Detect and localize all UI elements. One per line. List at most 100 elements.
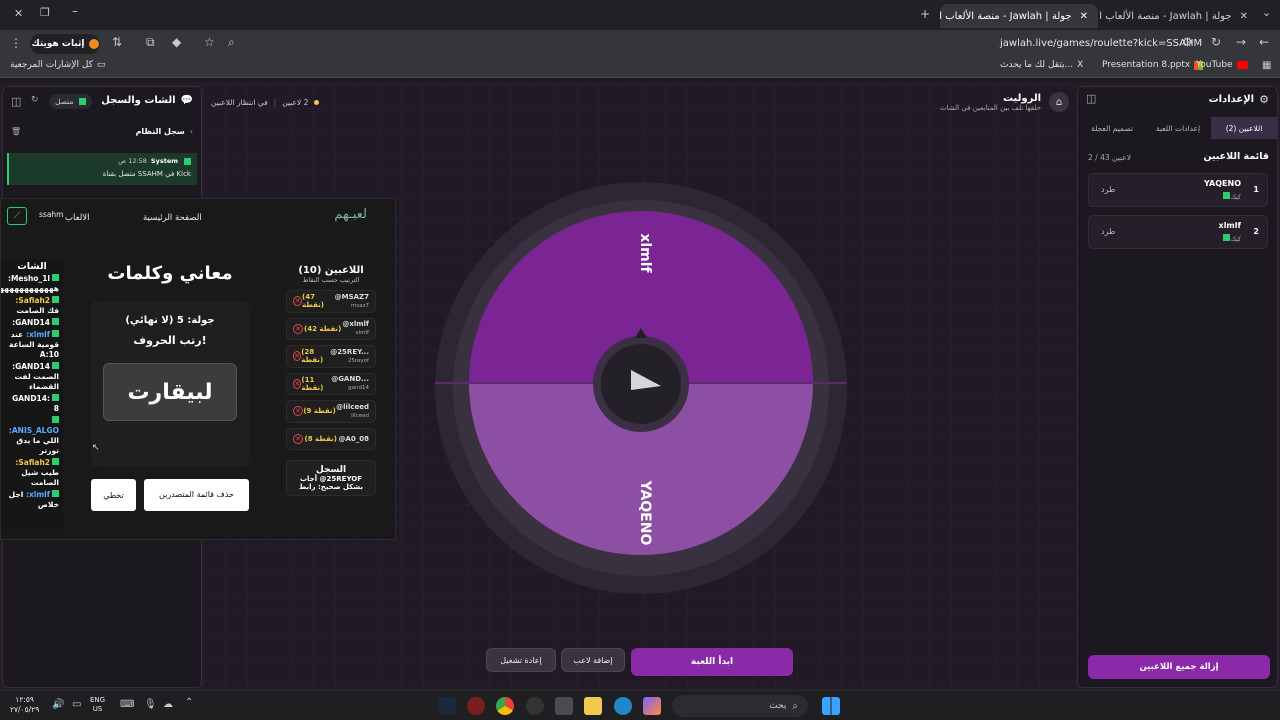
network-icon[interactable]: ▭: [72, 699, 81, 710]
collapse-panel-icon[interactable]: ◫: [1086, 92, 1096, 105]
nav-games-link[interactable]: الالعاب: [65, 213, 90, 223]
player-source: كيك: [1221, 192, 1241, 201]
settings-title: الإعدادات: [1208, 94, 1255, 105]
all-bookmarks[interactable]: كل الإشارات المرجعية ▭: [10, 60, 105, 70]
profile-button[interactable]: إثبات هويتك: [30, 34, 100, 54]
chrome-icon[interactable]: [496, 697, 514, 715]
skip-button[interactable]: تخطي: [91, 479, 136, 511]
extension-icon[interactable]: ⇅: [112, 35, 122, 49]
user-name[interactable]: ssahm: [39, 210, 63, 219]
player-points: (11 نقطة): [301, 375, 324, 392]
clock[interactable]: ١٢:٥٩ ٢٧/٠٥/٢٩: [10, 695, 39, 715]
chat-user: Safiah2:: [15, 296, 50, 305]
apps-grid-icon[interactable]: ▦: [1262, 60, 1271, 71]
site-settings-icon[interactable]: ⚙: [1182, 35, 1193, 49]
tab-search-icon[interactable]: ⌄: [1262, 6, 1271, 19]
clear-leaderboard-button[interactable]: حذف قائمة المتصدرين: [144, 479, 249, 511]
store-icon[interactable]: [555, 697, 573, 715]
star-icon[interactable]: ☆: [204, 35, 215, 49]
nav-home-link[interactable]: الصفحة الرئيسية: [143, 213, 202, 223]
home-icon[interactable]: ⌂: [1049, 92, 1069, 112]
chat-text: الصمت لفت القضماء: [14, 372, 59, 391]
bookmark-item[interactable]: يتقل لك ما يحدث... X: [1000, 60, 1083, 70]
add-player-button[interactable]: إضافة لاعب: [561, 648, 625, 672]
log-entry: System 12:58 ص متصل بقناة SSAHM في Kick: [7, 153, 197, 185]
gemini-icon[interactable]: ◆: [172, 35, 181, 49]
windows-start-icon[interactable]: [822, 697, 840, 715]
edge-icon[interactable]: [614, 697, 632, 715]
player-info: @25REY... 25reyof: [330, 348, 369, 365]
keyboard-icon[interactable]: ⌨: [120, 699, 134, 710]
overlay-player-row: ✕ (42 نقطة) @xlmlf xlmlf: [286, 317, 376, 340]
system-log-title: سجل النظام: [135, 127, 185, 136]
players-title: اللاعبين (10): [298, 265, 364, 276]
browser-tab-active[interactable]: ✕ جولة | Jawlah - منصة الألعاب التفاعلية: [940, 4, 1098, 28]
remove-icon[interactable]: ✕: [293, 433, 303, 444]
copilot-icon[interactable]: [643, 697, 661, 715]
player-points: (8 نقطة): [304, 434, 337, 443]
tab-players[interactable]: اللاعبين (2): [1211, 117, 1277, 139]
overlay-chat: الشات Mesho_1l: ههههههههههههههههههSafiah…: [1, 259, 63, 529]
speaker-icon[interactable]: 🔊: [52, 699, 64, 710]
taskbar-search[interactable]: بحث ⌕: [672, 695, 808, 717]
replay-button[interactable]: إعادة تشغيل: [486, 648, 556, 672]
chat-panel-header: 💬 الشات والسجل: [101, 95, 193, 106]
remove-icon[interactable]: ✕: [293, 378, 302, 389]
close-icon[interactable]: ✕: [1080, 11, 1088, 22]
remove-icon[interactable]: ✕: [293, 406, 303, 417]
close-icon[interactable]: ✕: [1240, 11, 1248, 22]
roulette-wheel[interactable]: xlmlf YAQENO: [435, 182, 847, 594]
refresh-icon[interactable]: ↻: [31, 95, 39, 105]
start-game-button[interactable]: ابدأ اللعبة: [631, 648, 793, 676]
chat-message: xlmlf: عند قومية الساعة 10:A: [5, 330, 59, 360]
kick-icon: [52, 330, 59, 337]
window-close-icon[interactable]: ✕: [14, 7, 23, 20]
app-icon[interactable]: [467, 697, 485, 715]
player-name: @GAND...: [331, 375, 369, 384]
window-restore-icon[interactable]: ❐: [40, 6, 50, 19]
cloud-icon[interactable]: ☁: [163, 699, 173, 710]
new-tab-icon[interactable]: +: [920, 7, 930, 21]
kick-player-button[interactable]: طرد: [1101, 227, 1115, 236]
collapse-panel-icon[interactable]: ◫: [11, 95, 21, 108]
menu-icon[interactable]: ⋮: [10, 36, 22, 50]
tab-wheel-design[interactable]: تصميم العجلة: [1079, 117, 1145, 139]
window-minimize-icon[interactable]: –: [72, 4, 78, 18]
extensions-puzzle-icon[interactable]: ⧉: [146, 35, 155, 50]
profile-label: إثبات هويتك: [31, 39, 85, 49]
player-row: 1 YAQENO كيك طرد: [1088, 173, 1268, 207]
remove-icon[interactable]: ✕: [293, 296, 302, 307]
microphone-icon[interactable]: 🎙: [144, 699, 157, 710]
overlay-player-list: ✕ (47 نقطة) @MSAZ7 msaz7 ✕ (42 نقطة) @xlmlf xlm…: [283, 290, 379, 450]
kick-icon: [52, 274, 59, 281]
steam-icon[interactable]: [438, 697, 456, 715]
trash-icon[interactable]: 🗑: [11, 127, 21, 136]
language-indicator[interactable]: ENG US: [90, 696, 105, 714]
site-logo[interactable]: لعبـهم: [334, 207, 367, 222]
player-info: @xlmlf xlmlf: [342, 320, 369, 337]
chat-message: xlmlf: اجل خلاص: [5, 490, 59, 510]
kick-player-button[interactable]: طرد: [1101, 185, 1115, 194]
bookmark-item[interactable]: YouTube: [1196, 60, 1248, 70]
zoom-icon[interactable]: ⌕: [228, 35, 235, 50]
remove-icon[interactable]: ✕: [293, 323, 303, 334]
url-text[interactable]: jawlah.live/games/roulette?kick=SSAHM: [1000, 38, 1202, 49]
kick-icon: [52, 362, 59, 369]
folder-icon[interactable]: [584, 697, 602, 715]
forward-icon[interactable]: →: [1236, 35, 1246, 49]
obs-icon[interactable]: [526, 697, 544, 715]
reload-icon[interactable]: ↻: [1211, 35, 1221, 49]
back-icon[interactable]: ←: [1259, 35, 1269, 49]
game-header: ⌂ الروليت حلقها تلف بين المتابعين في الش…: [940, 92, 1069, 112]
user-avatar[interactable]: ⟋: [7, 207, 27, 225]
chevron-up-icon[interactable]: ⌃: [185, 697, 193, 708]
chat-text: هههههههههههههههههه: [1, 284, 59, 293]
kick-icon: [52, 416, 59, 423]
remove-all-players-button[interactable]: إزالة جميع اللاعبين: [1088, 655, 1270, 679]
remove-icon[interactable]: ✕: [293, 351, 302, 362]
browser-tab[interactable]: ✕ جولة | Jawlah - منصة الألعاب التفاعلية: [1100, 4, 1258, 28]
overlay-player-row: ✕ (11 نقطة) @GAND... gand14: [286, 372, 376, 395]
system-log-header[interactable]: سجل النظام ‹: [136, 127, 193, 136]
bookmark-item[interactable]: Presentation 8.pptx: [1102, 60, 1204, 70]
tab-game-settings[interactable]: إعدادات اللعبة: [1145, 117, 1211, 139]
